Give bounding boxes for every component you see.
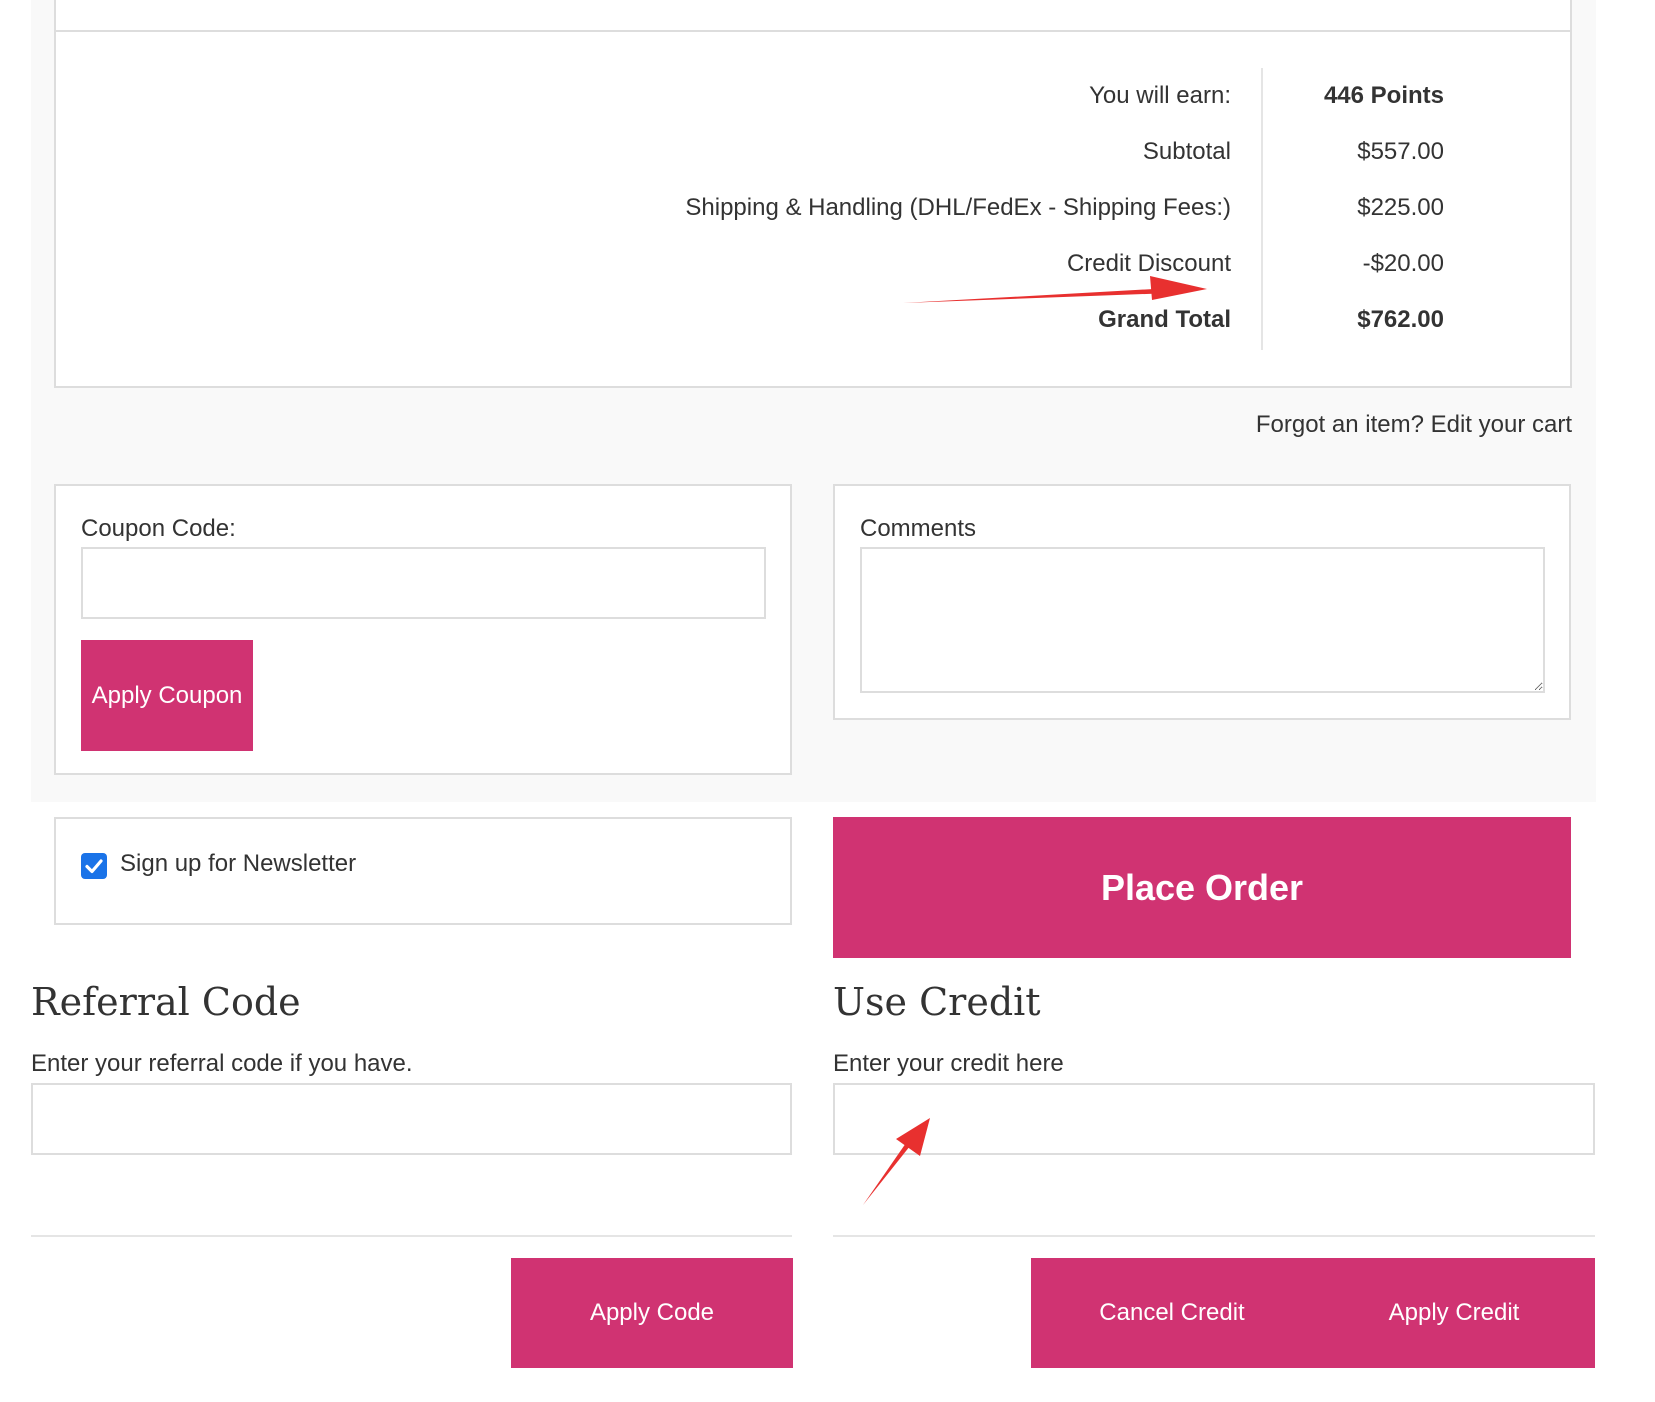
comments-label: Comments: [860, 515, 977, 542]
credit-discount-label: Credit Discount: [1066, 250, 1231, 277]
referral-code-heading: Referral Code: [31, 980, 301, 1024]
cart-table-bottom: [54, 0, 1572, 32]
points-value: 446 Points: [1323, 82, 1444, 109]
grand-total-value: $762.00: [1357, 306, 1444, 333]
newsletter-label: Sign up for Newsletter: [120, 850, 357, 877]
credit-input[interactable]: [833, 1083, 1595, 1155]
points-label: You will earn:: [1089, 82, 1231, 109]
checkmark-icon: [85, 859, 103, 874]
place-order-button[interactable]: Place Order: [833, 817, 1571, 958]
coupon-code-input[interactable]: [81, 547, 766, 619]
edit-cart-link[interactable]: Forgot an item? Edit your cart: [1256, 411, 1572, 439]
credit-label: Enter your credit here: [833, 1050, 1064, 1077]
apply-credit-button[interactable]: Apply Credit: [1313, 1258, 1595, 1368]
referral-code-input[interactable]: [31, 1083, 792, 1155]
grand-total-label: Grand Total: [1098, 306, 1231, 333]
credit-divider: [833, 1235, 1595, 1237]
use-credit-heading: Use Credit: [833, 980, 1041, 1024]
credit-discount-value: -$20.00: [1362, 250, 1444, 277]
coupon-code-label: Coupon Code:: [81, 515, 236, 542]
referral-code-label: Enter your referral code if you have.: [31, 1050, 413, 1077]
apply-coupon-button[interactable]: Apply Coupon: [81, 640, 253, 751]
apply-code-button[interactable]: Apply Code: [511, 1258, 793, 1368]
cancel-credit-button[interactable]: Cancel Credit: [1031, 1258, 1313, 1368]
referral-divider: [31, 1235, 792, 1237]
shipping-label: Shipping & Handling (DHL/FedEx - Shippin…: [685, 194, 1231, 221]
subtotal-label: Subtotal: [1142, 138, 1231, 165]
shipping-value: $225.00: [1357, 194, 1444, 221]
comments-textarea[interactable]: [860, 547, 1545, 693]
newsletter-checkbox[interactable]: [81, 853, 107, 879]
subtotal-value: $557.00: [1357, 138, 1444, 165]
totals-divider: [1261, 68, 1263, 350]
